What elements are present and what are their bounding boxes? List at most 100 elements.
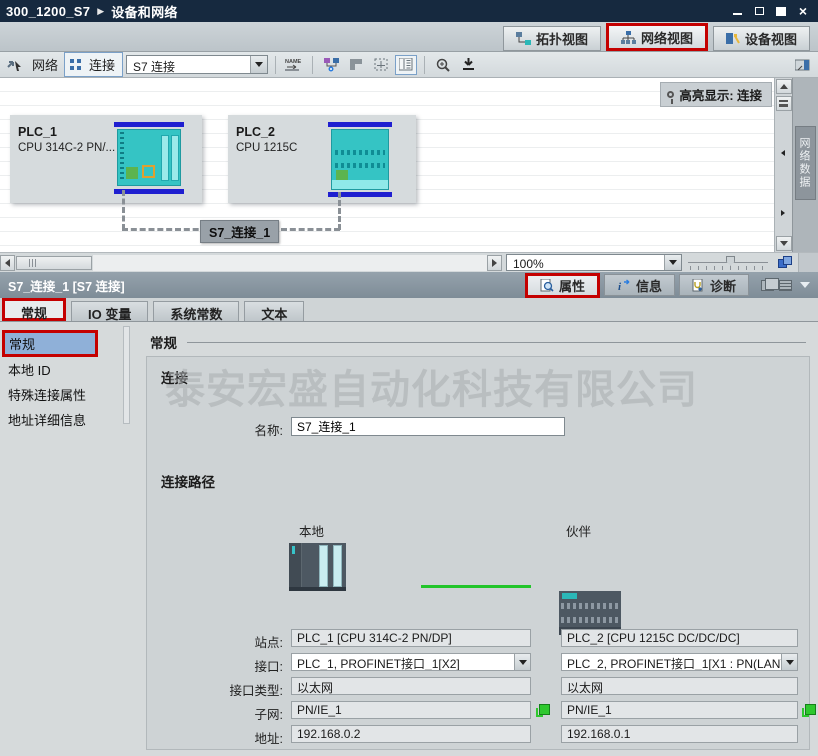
vertical-scrollbar[interactable] <box>774 78 792 252</box>
properties-main: 常规 泰安宏盛自动化科技有限公司 连接 名称: 连接路径 本地 伙伴 <box>138 322 818 756</box>
plc1-device-box[interactable]: PLC_1 CPU 314C-2 PN/... <box>10 115 202 203</box>
scroll-down-button[interactable] <box>776 236 792 251</box>
overview-menu-button[interactable] <box>776 96 792 111</box>
scroll-right-button[interactable] <box>487 255 502 271</box>
prop-tab-general[interactable]: 常规 <box>2 298 66 321</box>
address-row: 地址: 192.168.0.2 192.168.0.1 <box>151 725 809 749</box>
pin-icon <box>667 91 674 98</box>
zoom-dropdown-button[interactable] <box>664 255 681 270</box>
relations-icon[interactable] <box>320 55 342 75</box>
panel-list-icon[interactable] <box>779 280 792 291</box>
connection-name-input[interactable] <box>291 417 565 436</box>
subnet-connected-icon <box>805 704 816 715</box>
prop-tab-io-tags[interactable]: IO 变量 <box>71 301 148 321</box>
interface-partner-select[interactable]: PLC_2, PROFINET接口_1[X1 : PN(LAN)] <box>561 653 798 671</box>
interface-local-select[interactable]: PLC_1, PROFINET接口_1[X2] <box>291 653 531 671</box>
station-local-field: PLC_1 [CPU 314C-2 PN/DP] <box>291 629 531 647</box>
save-window-settings-icon[interactable] <box>457 55 479 75</box>
svg-text:i: i <box>618 281 622 292</box>
zoom-bar: 100% <box>0 252 818 272</box>
nav-item-local-id[interactable]: 本地 ID <box>0 357 138 382</box>
network-mode-label[interactable]: 网络 <box>32 55 58 74</box>
find-path-row: 查找连接路径 <box>151 749 809 756</box>
nav-item-general[interactable]: 常规 <box>2 330 98 357</box>
tab-diagnostics[interactable]: 诊断 <box>679 274 749 296</box>
inspector-header: S7_连接_1 [S7 连接] 属性 i 信息 诊断 <box>0 272 818 298</box>
interface-type-label: 接口类型: <box>151 680 283 699</box>
general-groupbox: 泰安宏盛自动化科技有限公司 连接 名称: 连接路径 本地 伙伴 <box>146 356 810 750</box>
page-break-preview-icon[interactable] <box>345 55 367 75</box>
collapse-inspector-icon[interactable] <box>800 282 810 288</box>
dropdown-button[interactable] <box>514 654 530 670</box>
zoom-icon[interactable] <box>432 55 454 75</box>
subnet-label: 子网: <box>151 704 283 723</box>
grid-icon[interactable] <box>370 55 392 75</box>
float-panel-icon[interactable] <box>761 280 774 291</box>
subnet-row: 子网: PN/IE_1 PN/IE_1 <box>151 701 809 725</box>
terminal-stripe <box>561 603 619 609</box>
chevron-right-icon <box>492 259 497 267</box>
zoom-bar-corner <box>798 253 818 272</box>
minimize-button[interactable] <box>728 3 746 19</box>
horizontal-scroll-thumb[interactable] <box>16 256 92 270</box>
fit-to-view-icon[interactable] <box>778 256 794 270</box>
dropdown-button[interactable] <box>781 654 797 670</box>
svg-text:NAME: NAME <box>285 59 302 65</box>
plc2-device-image[interactable] <box>331 129 389 190</box>
plc1-name: PLC_1 <box>18 125 57 139</box>
collapse-panel-icon[interactable] <box>792 55 814 75</box>
split-editor-icon[interactable] <box>395 55 417 75</box>
toolbar-separator <box>275 56 276 74</box>
horizontal-scroll-track[interactable] <box>93 255 487 271</box>
zoom-slider[interactable] <box>688 256 768 270</box>
zoom-combo[interactable]: 100% <box>506 254 682 271</box>
plc1-device-image[interactable] <box>117 129 181 186</box>
select-network-icon[interactable] <box>4 55 26 75</box>
port-green[interactable] <box>126 167 138 179</box>
close-button[interactable]: × <box>794 3 812 19</box>
prop-tab-system-constants[interactable]: 系统常数 <box>153 301 239 321</box>
interface-label: 接口: <box>151 656 283 675</box>
plc2-device-box[interactable]: PLC_2 CPU 1215C <box>228 115 416 203</box>
side-tab-network-data[interactable]: 网络数据 <box>795 126 816 200</box>
chevron-up-icon <box>780 84 788 89</box>
connection-line-right[interactable] <box>338 192 341 230</box>
plc2-type: CPU 1215C <box>236 142 297 154</box>
plc1-type: CPU 314C-2 PN/... <box>18 142 115 154</box>
nav-item-special-connection-properties[interactable]: 特殊连接属性 <box>0 382 138 407</box>
connection-type-combo[interactable]: S7 连接 <box>126 55 268 74</box>
breadcrumb-page[interactable]: 设备和网络 <box>111 2 178 21</box>
highlight-chip[interactable]: 高亮显示: 连接 <box>660 82 772 107</box>
vertical-scroll-track[interactable] <box>776 112 792 235</box>
device-slot <box>171 135 179 181</box>
prop-tab-texts[interactable]: 文本 <box>244 301 304 321</box>
port-selected-outline <box>142 165 155 178</box>
slider-thumb[interactable] <box>726 256 735 266</box>
connection-line-left[interactable] <box>122 190 125 230</box>
splitter-left-icon <box>781 150 785 156</box>
scroll-up-button[interactable] <box>776 79 792 94</box>
tab-device-view[interactable]: 设备视图 <box>713 26 810 51</box>
breadcrumb-project[interactable]: 300_1200_S7 <box>6 4 90 19</box>
tab-info[interactable]: i 信息 <box>604 274 675 296</box>
toolbar-separator <box>424 56 425 74</box>
show-names-icon[interactable]: NAME <box>283 55 305 75</box>
tab-topology-view[interactable]: 拓扑视图 <box>503 26 601 51</box>
maximize-button[interactable] <box>772 3 790 19</box>
local-label: 本地 <box>299 521 324 540</box>
view-tab-strip: 拓扑视图 网络视图 设备视图 <box>0 22 818 52</box>
network-view-area: 高亮显示: 连接 PLC_1 CPU 314C-2 PN/... PLC_2 <box>0 78 818 252</box>
scroll-left-button[interactable] <box>0 255 15 271</box>
restore-button[interactable] <box>750 3 768 19</box>
connections-mode-button[interactable]: 连接 <box>64 52 123 77</box>
device-slot <box>161 135 169 181</box>
title-bar: 300_1200_S7 ▶ 设备和网络 × <box>0 0 818 22</box>
network-icon <box>621 31 636 44</box>
nav-item-address-details[interactable]: 地址详细信息 <box>0 407 138 432</box>
tab-properties[interactable]: 属性 <box>525 273 600 298</box>
network-canvas[interactable]: 高亮显示: 连接 PLC_1 CPU 314C-2 PN/... PLC_2 <box>0 78 774 252</box>
connection-label[interactable]: S7_连接_1 <box>200 220 279 243</box>
tab-label: 设备视图 <box>745 29 797 48</box>
tab-network-view[interactable]: 网络视图 <box>606 23 708 51</box>
connection-type-dropdown-button[interactable] <box>250 56 267 73</box>
